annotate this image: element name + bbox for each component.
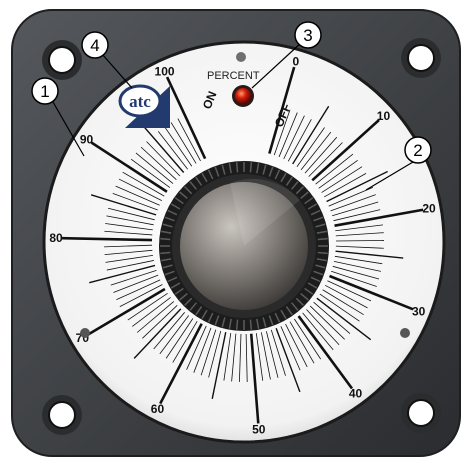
scale-label-90: 90 bbox=[80, 132, 94, 146]
control-knob[interactable] bbox=[159, 161, 329, 331]
timer-dial: 0102030405060708090100 ON OFF PERCENT at… bbox=[3, 3, 466, 461]
timer-dial-photo: 0 10 20 30 40 50 60 70 80 90 100 ON OFF PERCENT at… bbox=[0, 0, 469, 464]
knurl-ridge bbox=[317, 237, 328, 241]
scale-label-60: 60 bbox=[151, 402, 165, 416]
knurl-ridge bbox=[160, 251, 171, 255]
indicator-lamp bbox=[235, 88, 251, 104]
percent-label: PERCENT bbox=[207, 70, 260, 82]
left-dot bbox=[80, 328, 90, 338]
callout-4-number: 4 bbox=[90, 36, 99, 55]
callout-1-number: 1 bbox=[40, 82, 49, 101]
scale-label-50: 50 bbox=[252, 422, 266, 436]
scale-label-100: 100 bbox=[155, 65, 175, 79]
scale-label-40: 40 bbox=[349, 386, 363, 400]
knurl-ridge bbox=[235, 162, 239, 173]
knurl-ridge bbox=[160, 237, 171, 241]
knurl-ridge bbox=[235, 319, 239, 330]
callout-3-number: 3 bbox=[303, 26, 312, 45]
small-screw bbox=[236, 52, 246, 62]
knurl-ridge bbox=[249, 319, 253, 330]
scale-label-10: 10 bbox=[377, 109, 391, 123]
scale-label-20: 20 bbox=[422, 202, 436, 216]
logo-text: atc bbox=[129, 92, 151, 111]
minor-tick bbox=[335, 240, 384, 242]
scale-label-30: 30 bbox=[412, 305, 426, 319]
right-dot bbox=[400, 328, 410, 338]
scale-label-0: 0 bbox=[292, 54, 299, 68]
scale-label-80: 80 bbox=[49, 231, 63, 245]
callout-2-number: 2 bbox=[413, 141, 422, 160]
knurl-ridge bbox=[249, 162, 253, 173]
knurl-ridge bbox=[317, 251, 328, 255]
